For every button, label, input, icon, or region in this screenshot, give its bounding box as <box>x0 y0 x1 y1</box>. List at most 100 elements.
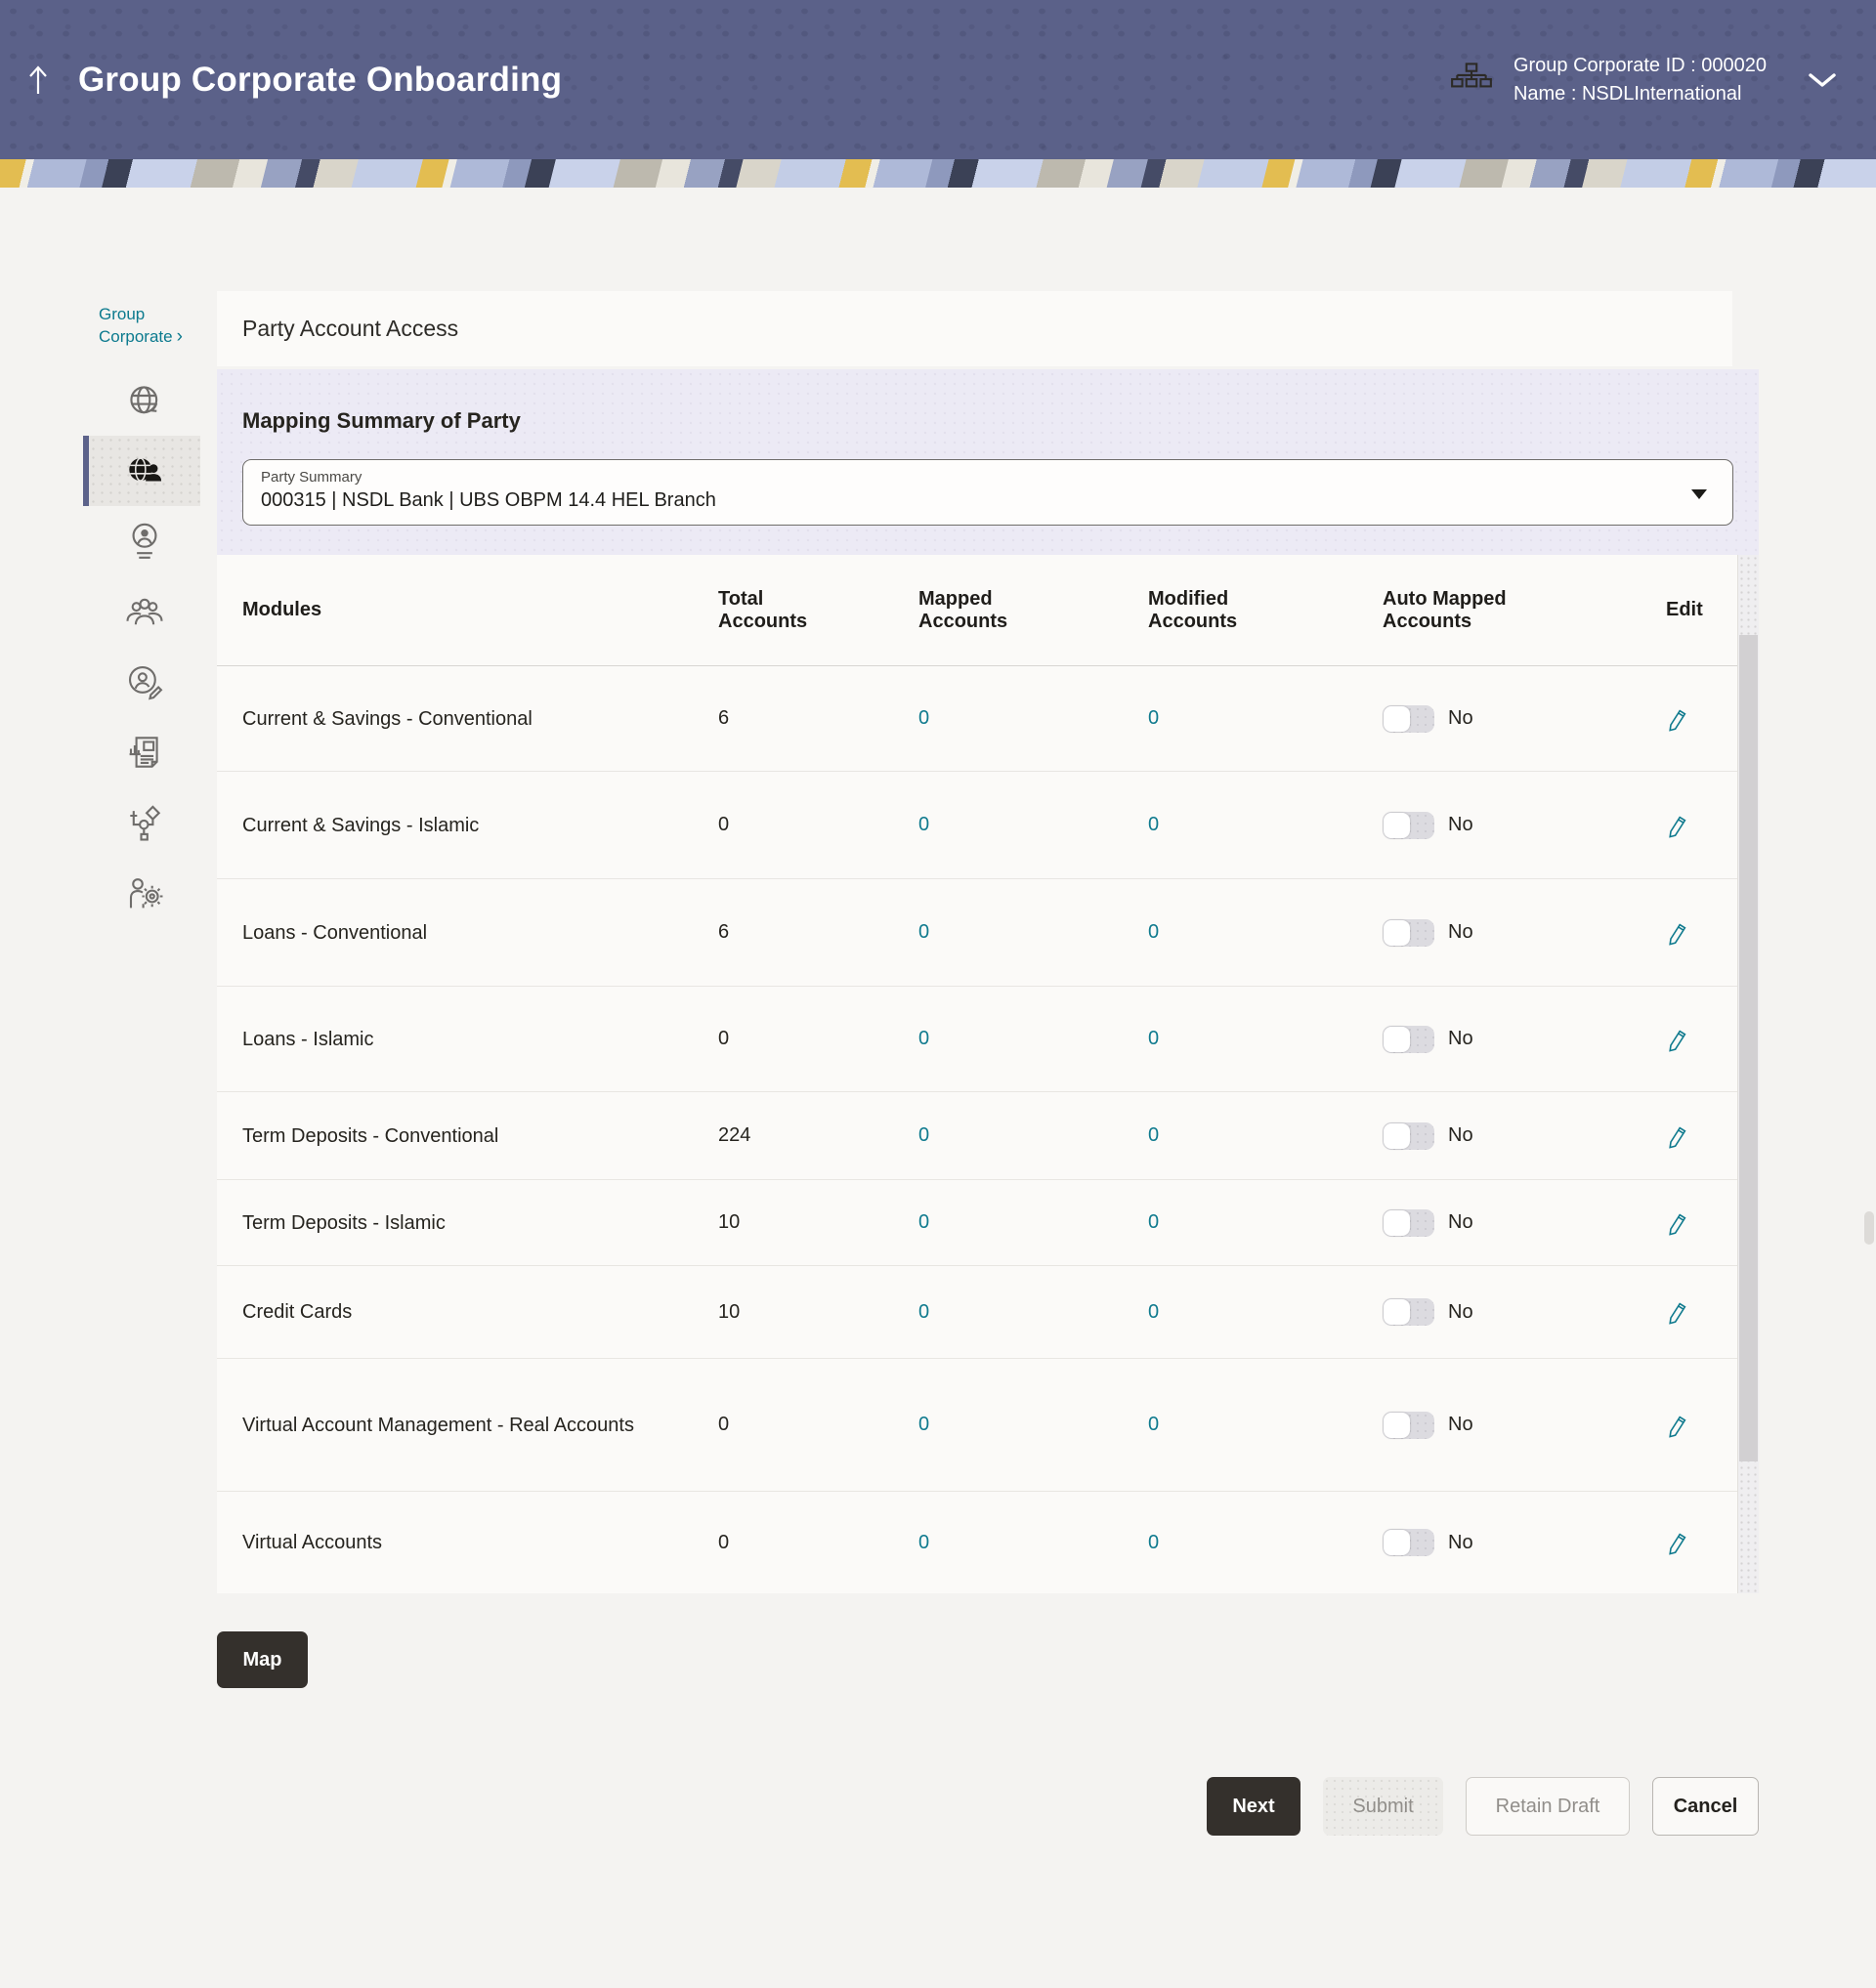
cancel-button[interactable]: Cancel <box>1652 1777 1759 1836</box>
table-row: Loans - Conventional600No <box>217 879 1759 987</box>
window-scrollbar-thumb[interactable] <box>1864 1211 1874 1245</box>
auto-mapped-label: No <box>1448 921 1473 944</box>
party-account-access-icon <box>124 451 165 490</box>
user-edit-icon <box>124 661 165 702</box>
module-name: Loans - Conventional <box>242 918 718 948</box>
auto-mapped-label: No <box>1448 1301 1473 1324</box>
toggle-knob <box>1384 706 1410 732</box>
total-accounts-value: 10 <box>718 1211 918 1234</box>
col-header-auto-mapped-accounts: Auto Mapped Accounts <box>1383 588 1666 633</box>
scroll-top-arrow-icon[interactable] <box>21 61 55 100</box>
mapped-accounts-link[interactable]: 0 <box>918 707 929 729</box>
submit-button[interactable]: Submit <box>1323 1777 1443 1836</box>
total-accounts-value: 224 <box>718 1124 918 1147</box>
edit-icon[interactable] <box>1666 1123 1689 1149</box>
toggle-knob <box>1384 813 1410 838</box>
table-scrollbar[interactable] <box>1737 555 1759 1593</box>
scrollbar-thumb[interactable] <box>1739 635 1758 1461</box>
modified-accounts-link[interactable]: 0 <box>1148 1301 1159 1323</box>
auto-mapped-toggle[interactable] <box>1383 919 1434 947</box>
auto-mapped-toggle[interactable] <box>1383 1298 1434 1326</box>
sidebar-item-party-account-access[interactable] <box>83 436 200 506</box>
col-header-total-accounts: Total Accounts <box>718 588 918 633</box>
module-name: Term Deposits - Conventional <box>242 1121 718 1151</box>
edit-icon[interactable] <box>1666 813 1689 838</box>
edit-icon[interactable] <box>1666 920 1689 946</box>
col-header-mapped-accounts: Mapped Accounts <box>918 588 1148 633</box>
edit-icon[interactable] <box>1666 1027 1689 1052</box>
edit-icon[interactable] <box>1666 1530 1689 1555</box>
total-accounts-value: 10 <box>718 1301 918 1324</box>
auto-mapped-toggle[interactable] <box>1383 1209 1434 1237</box>
dropdown-caret-icon <box>1691 489 1707 499</box>
module-name: Loans - Islamic <box>242 1025 718 1054</box>
modified-accounts-link[interactable]: 0 <box>1148 707 1159 729</box>
mapped-accounts-link[interactable]: 0 <box>918 1414 929 1435</box>
mapped-accounts-link[interactable]: 0 <box>918 1124 929 1146</box>
module-name: Virtual Account Management - Real Accoun… <box>242 1411 718 1440</box>
auto-mapped-toggle[interactable] <box>1383 812 1434 839</box>
sidebar-item-global[interactable] <box>89 365 200 436</box>
sidebar-item-users-group[interactable] <box>89 576 200 647</box>
module-name: Current & Savings - Conventional <box>242 704 718 734</box>
mapped-accounts-link[interactable]: 0 <box>918 1211 929 1233</box>
auto-mapped-label: No <box>1448 1124 1473 1147</box>
modified-accounts-link[interactable]: 0 <box>1148 1532 1159 1553</box>
auto-mapped-toggle[interactable] <box>1383 1122 1434 1150</box>
modified-accounts-link[interactable]: 0 <box>1148 814 1159 835</box>
modified-accounts-link[interactable]: 0 <box>1148 1028 1159 1049</box>
party-summary-select[interactable]: Party Summary 000315 | NSDL Bank | UBS O… <box>242 459 1733 526</box>
corporate-switcher[interactable]: Group Corporate ID : 000020 Name : NSDLI… <box>1449 52 1837 108</box>
auto-mapped-label: No <box>1448 1532 1473 1554</box>
app-header: Group Corporate Onboarding Group Corpora… <box>0 0 1876 159</box>
auto-mapped-toggle[interactable] <box>1383 705 1434 733</box>
table-row: Term Deposits - Islamic1000No <box>217 1180 1759 1266</box>
footer-actions: Next Submit Retain Draft Cancel <box>217 1777 1759 1836</box>
sidebar-item-user-settings[interactable] <box>89 858 200 928</box>
edit-icon[interactable] <box>1666 1210 1689 1236</box>
auto-mapped-toggle[interactable] <box>1383 1529 1434 1556</box>
sidebar-item-user-edit[interactable] <box>89 647 200 717</box>
breadcrumb-label: Group Corporate <box>99 305 173 346</box>
total-accounts-value: 6 <box>718 921 918 944</box>
sidebar-item-user-profile[interactable] <box>89 506 200 576</box>
auto-mapped-toggle[interactable] <box>1383 1026 1434 1053</box>
mapped-accounts-link[interactable]: 0 <box>918 921 929 943</box>
modified-accounts-link[interactable]: 0 <box>1148 1414 1159 1435</box>
auto-mapped-label: No <box>1448 707 1473 730</box>
edit-icon[interactable] <box>1666 706 1689 732</box>
table-header-row: Modules Total Accounts Mapped Accounts M… <box>217 555 1759 666</box>
mapped-accounts-link[interactable]: 0 <box>918 1301 929 1323</box>
party-summary-value: 000315 | NSDL Bank | UBS OBPM 14.4 HEL B… <box>261 489 1711 512</box>
toggle-knob <box>1384 1413 1410 1438</box>
mapped-accounts-link[interactable]: 0 <box>918 1532 929 1553</box>
edit-icon[interactable] <box>1666 1299 1689 1325</box>
table-row: Loans - Islamic000No <box>217 987 1759 1092</box>
modified-accounts-link[interactable]: 0 <box>1148 1124 1159 1146</box>
modules-table: Modules Total Accounts Mapped Accounts M… <box>217 555 1759 1593</box>
next-button[interactable]: Next <box>1207 1777 1300 1836</box>
auto-mapped-toggle[interactable] <box>1383 1412 1434 1439</box>
mapping-summary-heading: Mapping Summary of Party <box>242 369 1733 434</box>
retain-draft-button[interactable]: Retain Draft <box>1466 1777 1630 1836</box>
toggle-knob <box>1384 920 1410 946</box>
sidebar-item-report[interactable] <box>89 717 200 787</box>
edit-icon[interactable] <box>1666 1413 1689 1438</box>
mapped-accounts-link[interactable]: 0 <box>918 814 929 835</box>
col-header-modified-accounts: Modified Accounts <box>1148 588 1383 633</box>
mapped-accounts-link[interactable]: 0 <box>918 1028 929 1049</box>
modified-accounts-link[interactable]: 0 <box>1148 1211 1159 1233</box>
user-profile-icon <box>125 520 164 563</box>
sidebar-item-workflow[interactable] <box>89 787 200 858</box>
report-icon <box>124 732 165 773</box>
breadcrumb[interactable]: Group Corporate› <box>99 303 216 348</box>
breadcrumb-chevron-icon: › <box>177 326 183 347</box>
chevron-down-icon[interactable] <box>1808 72 1837 88</box>
module-name: Virtual Accounts <box>242 1528 718 1557</box>
toggle-knob <box>1384 1027 1410 1052</box>
module-name: Credit Cards <box>242 1297 718 1327</box>
users-group-icon <box>124 593 165 630</box>
corporate-name-text: Name : NSDLInternational <box>1514 80 1767 108</box>
modified-accounts-link[interactable]: 0 <box>1148 921 1159 943</box>
map-button[interactable]: Map <box>217 1631 308 1688</box>
